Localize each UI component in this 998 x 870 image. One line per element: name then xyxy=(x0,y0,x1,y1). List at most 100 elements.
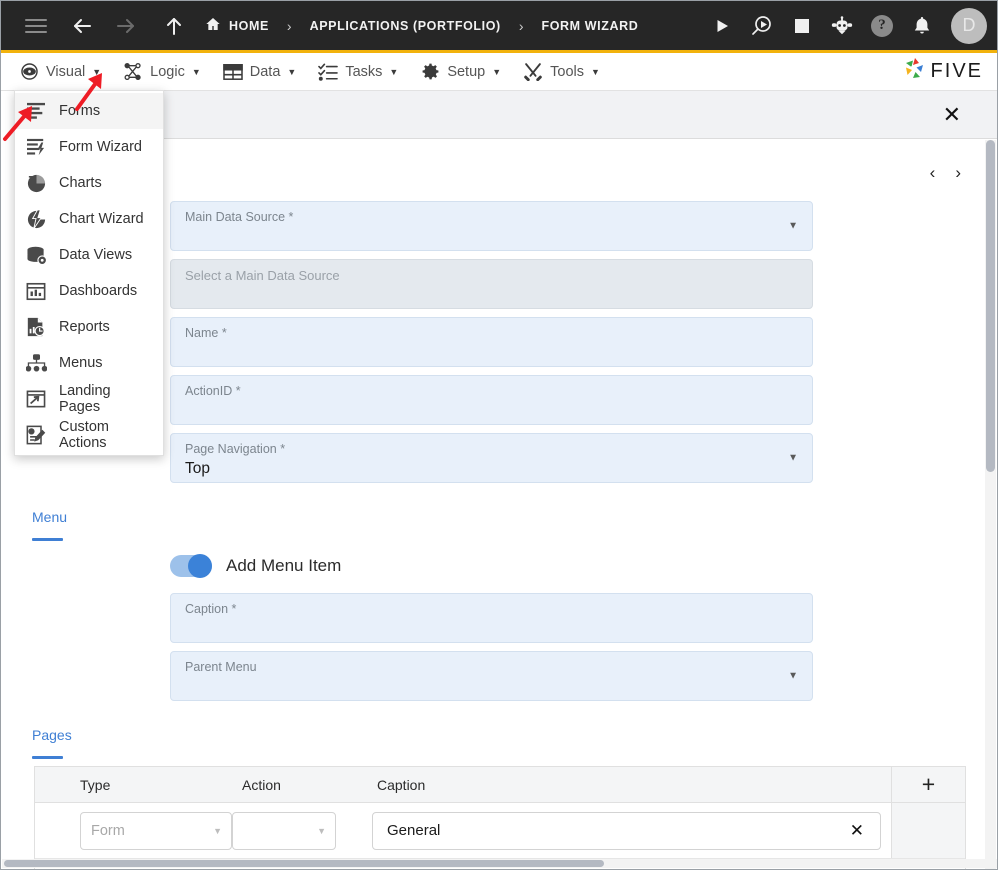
column-header-action: Action xyxy=(242,776,281,793)
page-type-select[interactable]: Form ▼ xyxy=(80,811,232,850)
breadcrumb-item-home[interactable]: HOME xyxy=(199,16,275,35)
dropdown-item-label: Reports xyxy=(59,319,110,335)
table-row: Form ▼ ▼ General ✕ xyxy=(35,803,965,859)
play-icon[interactable] xyxy=(705,9,739,43)
dropdown-item-custom-actions[interactable]: Custom Actions xyxy=(15,417,163,453)
application-menu-bar: Visual ▼ Logic ▼ Data ▼ Tasks ▼ Setup ▼ … xyxy=(1,53,997,91)
field-select-main-data-source-panel[interactable]: Select a Main Data Source xyxy=(170,259,813,309)
field-label: Page Navigation * xyxy=(185,442,286,456)
dropdown-item-chart-wizard[interactable]: Chart Wizard xyxy=(15,201,163,237)
menu-tools[interactable]: Tools ▼ xyxy=(519,62,618,82)
breadcrumb-separator: › xyxy=(286,17,292,34)
dropdown-item-menus[interactable]: Menus xyxy=(15,345,163,381)
close-icon[interactable]: ✕ xyxy=(943,103,961,126)
add-page-row-button[interactable]: + xyxy=(891,767,965,802)
menu-logic[interactable]: Logic ▼ xyxy=(119,62,219,82)
chevron-down-icon: ▼ xyxy=(389,66,399,77)
column-header-caption: Caption xyxy=(377,776,426,793)
toggle-knob xyxy=(188,554,212,578)
page-action-select[interactable]: ▼ xyxy=(232,811,336,850)
menu-setup[interactable]: Setup ▼ xyxy=(416,62,519,82)
dropdown-item-landing-pages[interactable]: Landing Pages xyxy=(15,381,163,417)
field-placeholder: Select a Main Data Source xyxy=(185,268,340,283)
menu-logic-label: Logic xyxy=(150,63,185,80)
topbar-actions: ? D xyxy=(705,7,987,44)
section-title-menu: Menu xyxy=(32,509,67,541)
stop-icon[interactable] xyxy=(785,9,819,43)
cell-action: ▼ xyxy=(232,811,372,850)
landing-pages-icon xyxy=(25,388,47,410)
menu-tasks[interactable]: Tasks ▼ xyxy=(314,62,416,82)
dropdown-item-label: Landing Pages xyxy=(59,383,111,415)
section-title-pages: Pages xyxy=(32,727,72,759)
dropdown-item-data-views[interactable]: Data Views xyxy=(15,237,163,273)
avatar[interactable]: D xyxy=(951,7,987,44)
five-star-logo-icon xyxy=(902,56,928,87)
chevron-down-icon: ▼ xyxy=(492,66,502,77)
horizontal-scrollbar[interactable] xyxy=(2,859,997,868)
menu-data[interactable]: Data ▼ xyxy=(219,62,315,82)
field-caption[interactable]: Caption * xyxy=(170,593,813,643)
page-caption-input[interactable]: General ✕ xyxy=(372,811,881,850)
cell-type: Form ▼ xyxy=(35,811,232,850)
add-menu-item-toggle[interactable] xyxy=(170,554,212,578)
field-main-data-source[interactable]: Main Data Source * ▼ xyxy=(170,201,813,251)
debug-search-icon[interactable] xyxy=(745,9,779,43)
reports-icon xyxy=(25,316,47,338)
vertical-scrollbar[interactable] xyxy=(985,140,996,869)
home-icon xyxy=(205,16,221,35)
menu-visual-label: Visual xyxy=(46,63,86,80)
top-navigation-bar: HOME › APPLICATIONS (PORTFOLIO) › FORM W… xyxy=(1,1,997,53)
chart-wizard-icon xyxy=(25,208,47,230)
chevron-down-icon[interactable]: ▼ xyxy=(788,221,798,232)
breadcrumb-item-form-wizard[interactable]: FORM WIZARD xyxy=(536,19,645,33)
table-grid-icon xyxy=(222,62,243,82)
dropdown-item-form-wizard[interactable]: Form Wizard xyxy=(15,129,163,165)
breadcrumb: HOME › APPLICATIONS (PORTFOLIO) › FORM W… xyxy=(199,16,644,35)
field-name[interactable]: Name * xyxy=(170,317,813,367)
field-label: ActionID * xyxy=(185,384,241,398)
charts-pie-icon xyxy=(25,172,47,194)
robot-icon[interactable] xyxy=(825,9,859,43)
dropdown-item-label: Form Wizard xyxy=(59,139,142,155)
field-actionid[interactable]: ActionID * xyxy=(170,375,813,425)
field-page-navigation[interactable]: Page Navigation * Top ▼ xyxy=(170,433,813,483)
dropdown-item-charts[interactable]: Charts xyxy=(15,165,163,201)
up-arrow-icon[interactable] xyxy=(157,9,191,43)
menu-fields-group: Caption * Parent Menu ▼ xyxy=(170,593,813,709)
modal-header: ✕ xyxy=(162,91,997,139)
record-pager: ‹ › xyxy=(930,163,961,183)
menu-visual[interactable]: Visual ▼ xyxy=(15,62,119,82)
pages-table: Type Action Caption + Form ▼ ▼ General ✕ xyxy=(34,766,966,869)
field-parent-menu[interactable]: Parent Menu ▼ xyxy=(170,651,813,701)
dropdown-item-dashboards[interactable]: Dashboards xyxy=(15,273,163,309)
chevron-down-icon: ▼ xyxy=(92,66,102,77)
dropdown-item-reports[interactable]: Reports xyxy=(15,309,163,345)
forward-arrow-icon[interactable] xyxy=(109,9,143,43)
previous-record-button[interactable]: ‹ xyxy=(930,163,936,183)
chevron-down-icon[interactable]: ▼ xyxy=(788,453,798,464)
vertical-scrollbar-thumb[interactable] xyxy=(986,140,995,472)
five-logo[interactable]: FIVE xyxy=(902,56,983,87)
horizontal-scrollbar-thumb[interactable] xyxy=(4,860,604,867)
app-window: HOME › APPLICATIONS (PORTFOLIO) › FORM W… xyxy=(0,0,998,870)
chevron-down-icon: ▼ xyxy=(287,66,297,77)
dropdown-item-label: Custom Actions xyxy=(59,419,109,451)
help-glyph: ? xyxy=(871,14,893,37)
menu-tasks-label: Tasks xyxy=(345,63,383,80)
dropdown-item-label: Charts xyxy=(59,175,102,191)
back-arrow-icon[interactable] xyxy=(65,9,99,43)
five-logo-text: FIVE xyxy=(930,60,983,82)
next-record-button[interactable]: › xyxy=(955,163,961,183)
menu-data-label: Data xyxy=(249,63,281,80)
field-label: Main Data Source * xyxy=(185,210,294,224)
menu-icon[interactable] xyxy=(19,9,53,43)
clear-caption-icon[interactable]: ✕ xyxy=(850,821,864,841)
field-value: Top xyxy=(185,459,210,477)
help-icon[interactable]: ? xyxy=(865,9,899,43)
bell-icon[interactable] xyxy=(905,9,939,43)
chevron-down-icon[interactable]: ▼ xyxy=(788,671,798,682)
dropdown-item-forms[interactable]: Forms xyxy=(15,93,163,129)
breadcrumb-item-applications[interactable]: APPLICATIONS (PORTFOLIO) xyxy=(304,19,507,33)
dropdown-item-label: Data Views xyxy=(59,247,133,263)
